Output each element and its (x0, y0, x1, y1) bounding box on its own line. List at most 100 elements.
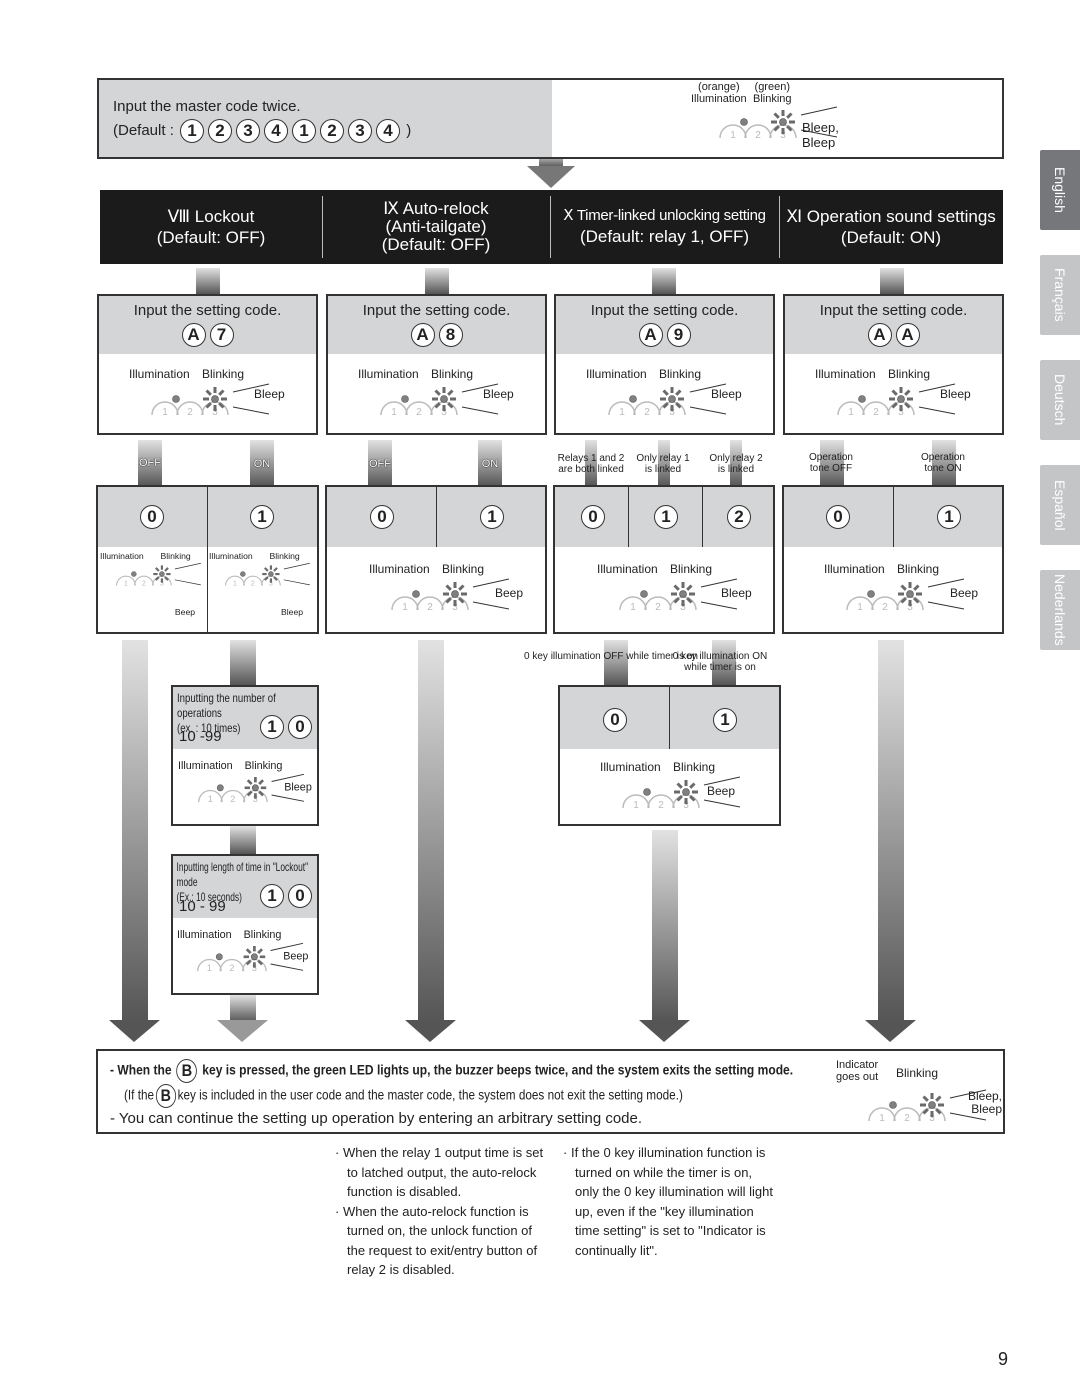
key-4: 4 (376, 119, 401, 143)
illumination-dot (740, 118, 748, 126)
page-number: 9 (998, 1349, 1009, 1369)
svg-text:2: 2 (187, 407, 193, 415)
illumination-dot (412, 590, 420, 598)
svg-text:2: 2 (873, 407, 879, 415)
key-0: 0 (288, 715, 312, 739)
svg-text:2: 2 (142, 579, 146, 586)
illumination-dot (240, 571, 246, 577)
timer-illumination-box: 0 1 IlluminationBlinking123 Beep (558, 685, 781, 826)
key-7: 7 (209, 323, 234, 347)
option-label-tone-on: Operation tone ON (921, 452, 965, 474)
svg-text:2: 2 (655, 602, 661, 610)
sound-label: Bleep (483, 387, 514, 401)
sound-label: Bleep (721, 586, 752, 600)
key-4: 4 (264, 119, 289, 143)
key-0: 0 (581, 505, 605, 529)
header-operation-sound: Ⅺ Operation sound settings (Default: ON) (786, 206, 996, 247)
svg-text:2: 2 (229, 963, 234, 971)
language-tab-deutsch[interactable]: Deutsch (1040, 360, 1080, 440)
connector (230, 826, 256, 854)
svg-text:1: 1 (162, 407, 168, 415)
operation-sound-options: 0 1 IlluminationBlinking123 Beep (782, 485, 1004, 634)
led-feedback: 123 Bleep, Bleep (697, 90, 847, 156)
key-a: A (895, 323, 920, 347)
note-line-2: (If the Bkey is included in the user code… (124, 1084, 683, 1108)
language-tab-francais[interactable]: Français (1040, 255, 1080, 335)
key-0: 0 (370, 505, 394, 529)
key-3: 3 (348, 119, 373, 143)
connector (880, 268, 904, 294)
svg-text:2: 2 (658, 800, 664, 808)
svg-text:2: 2 (427, 602, 433, 610)
sound-label: Bleep (284, 780, 312, 794)
footnotes-col-2: · If the 0 key illumination function is … (563, 1143, 778, 1260)
option-label-off: OFF (139, 457, 161, 469)
led-feedback: IlluminationBlinking123 Bleep (586, 367, 742, 433)
setting-code-box: Input the setting code. A9 Illumination B… (554, 294, 775, 435)
illumination-dot (867, 590, 875, 598)
sound-label: Bleep (940, 387, 971, 401)
option-label-tone-off: Operation tone OFF (809, 452, 853, 474)
key-1: 1 (250, 505, 274, 529)
key-a: A (867, 323, 892, 347)
led-feedback: IlluminationBlinking123 Bleep (178, 759, 312, 803)
svg-text:1: 1 (208, 794, 213, 802)
connector (604, 640, 628, 685)
key-b: B (155, 1084, 176, 1108)
setting-prompt: Input the setting code. (133, 302, 282, 319)
key-a: A (410, 323, 435, 347)
option-label-relay-1: Only relay 1 is linked (636, 453, 690, 475)
footnotes-col-1: · When the relay 1 output time is set to… (335, 1143, 550, 1280)
arrow-lockout-on (217, 995, 268, 1042)
timer-option-label-on: 0 key illumination ON while timer is on (672, 651, 768, 673)
master-code-box: Input the master code twice. (Default : … (97, 78, 1004, 159)
illumination-dot (131, 571, 137, 577)
auto-relock-options: 0 1 IlluminationBlinking123 Beep (325, 485, 547, 634)
sound-label: Bleep (711, 387, 742, 401)
svg-text:1: 1 (857, 602, 863, 610)
setting-prompt: Input the setting code. (362, 302, 511, 319)
sound-label: Beep (950, 586, 979, 600)
sound-label: Bleep (281, 607, 304, 618)
key-1: 1 (260, 884, 284, 908)
language-tab-english[interactable]: English (1040, 150, 1080, 230)
illumination-dot (172, 395, 180, 403)
connector (652, 268, 676, 294)
option-label-on: ON (481, 458, 499, 470)
illumination-dot (640, 590, 648, 598)
sound-lines (283, 562, 310, 586)
led-feedback: 123 Bleep, Bleep (846, 1073, 1002, 1139)
lockout-operations-range: 10 -99 (179, 728, 222, 745)
svg-text:1: 1 (848, 407, 854, 415)
header-timer-linked: Ⅹ Timer-linked unlocking setting (Default… (563, 207, 766, 246)
key-0: 0 (288, 884, 312, 908)
svg-text:2: 2 (230, 794, 235, 802)
option-label-on: ON (253, 458, 271, 470)
option-label-relay-2: Only relay 2 is linked (709, 453, 763, 475)
svg-text:2: 2 (251, 579, 255, 586)
key-b: B (176, 1059, 198, 1083)
setting-code-box: Input the setting code. A7 Illumination B… (97, 294, 318, 435)
key-1: 1 (260, 715, 284, 739)
language-tab-espanol[interactable]: Español (1040, 465, 1080, 545)
sound-label: Bleep, Bleep (967, 1089, 1002, 1116)
svg-text:2: 2 (644, 407, 650, 415)
key-0: 0 (140, 505, 164, 529)
connector (196, 268, 220, 294)
lockout-time-range: 10 - 99 (179, 898, 226, 915)
lockout-options: 0 1 IlluminationBlinking123 Beep Illumin… (96, 485, 319, 634)
sound-label: Beep (707, 784, 736, 798)
key-2: 2 (727, 505, 751, 529)
svg-text:2: 2 (755, 130, 761, 138)
svg-text:1: 1 (124, 579, 128, 586)
led-feedback: IlluminationBlinking123 Bleep (358, 367, 514, 433)
option-label-both-relays: Relays 1 and 2 are both linked (557, 453, 625, 475)
lockout-operations-box: Inputting the number of operations (ex. :… (171, 685, 319, 826)
svg-text:1: 1 (233, 579, 237, 586)
language-tab-nederlands[interactable]: Nederlands (1040, 570, 1080, 650)
sound-lines (174, 562, 201, 586)
svg-text:1: 1 (402, 602, 408, 610)
svg-text:1: 1 (207, 963, 212, 971)
settings-header-bar: Ⅷ Lockout (Default: OFF) Ⅸ Auto-relock (An… (100, 190, 1003, 264)
arrow-lockout-off (109, 640, 160, 1042)
